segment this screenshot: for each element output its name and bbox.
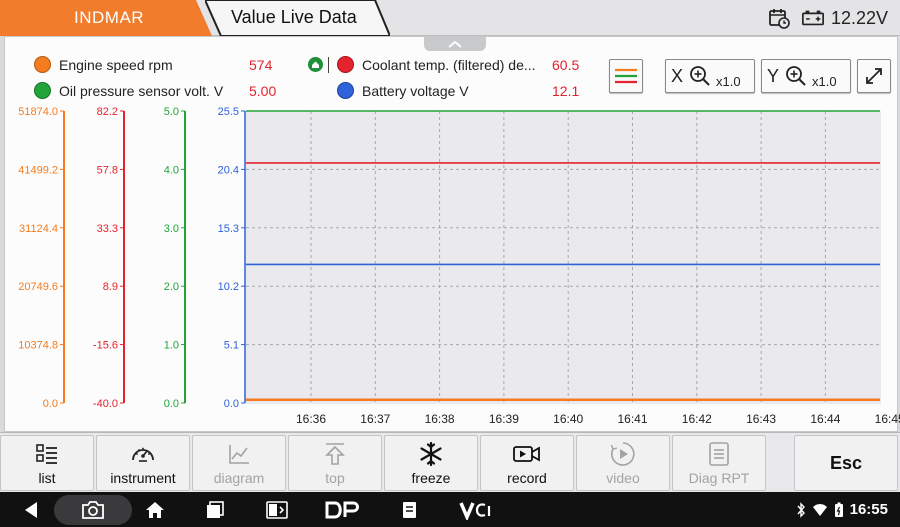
y-axes: 51874.0 41499.2 31124.4 20749.6 10374.8 0.0 82… bbox=[18, 106, 246, 410]
x-tick-label: 16:36 bbox=[296, 412, 326, 426]
plot-area bbox=[245, 111, 881, 404]
y-tick-label: 4.0 bbox=[164, 164, 179, 176]
y-tick-label: 33.3 bbox=[97, 223, 118, 235]
snowflake-icon bbox=[420, 441, 442, 467]
y-tick-label: 0.0 bbox=[224, 398, 239, 410]
top-label: top bbox=[325, 470, 345, 486]
esc-button[interactable]: Esc bbox=[794, 435, 898, 491]
y-tick-label: 57.8 bbox=[97, 164, 118, 176]
instrument-button[interactable]: instrument bbox=[96, 435, 190, 491]
live-data-chart[interactable]: 51874.0 41499.2 31124.4 20749.6 10374.8 0.0 82… bbox=[0, 0, 900, 432]
y-tick-label: 0.0 bbox=[164, 398, 179, 410]
y-tick-label: 10374.8 bbox=[18, 340, 58, 352]
x-tick-label: 16:43 bbox=[746, 412, 776, 426]
diag-rpt-label: Diag RPT bbox=[688, 470, 750, 486]
y-tick-label: 41499.2 bbox=[18, 164, 58, 176]
record-button[interactable]: record bbox=[480, 435, 574, 491]
report-icon bbox=[709, 442, 729, 466]
back-icon[interactable] bbox=[14, 492, 48, 527]
list-label: list bbox=[38, 470, 56, 486]
home-icon[interactable] bbox=[140, 492, 170, 527]
video-label: video bbox=[606, 470, 640, 486]
freeze-label: freeze bbox=[411, 470, 451, 486]
y-tick-label: 15.3 bbox=[218, 223, 239, 235]
x-tick-label: 16:41 bbox=[617, 412, 647, 426]
x-tick-label: 16:40 bbox=[553, 412, 583, 426]
y-tick-label: 31124.4 bbox=[19, 223, 58, 235]
x-tick-label: 16:37 bbox=[360, 412, 390, 426]
video-camera-icon bbox=[513, 446, 540, 462]
camera-icon bbox=[82, 500, 104, 519]
status-area: 16:55 bbox=[796, 492, 888, 527]
y-tick-label: 10.2 bbox=[218, 281, 239, 293]
y-tick-label: 82.2 bbox=[97, 106, 118, 118]
y-tick-label: 51874.0 bbox=[18, 106, 58, 118]
battery-status-icon bbox=[834, 502, 843, 517]
y-tick-label: -40.0 bbox=[93, 398, 118, 410]
gauge-icon bbox=[132, 447, 154, 462]
bluetooth-icon bbox=[797, 501, 805, 518]
multi-window-icon[interactable] bbox=[262, 492, 292, 527]
list-button[interactable]: list bbox=[0, 435, 94, 491]
y-tick-label: 20749.6 bbox=[18, 281, 58, 293]
y-tick-label: 2.0 bbox=[164, 281, 179, 293]
instrument-label: instrument bbox=[110, 470, 176, 486]
arrow-up-icon bbox=[325, 443, 345, 465]
diagram-button[interactable]: diagram bbox=[192, 435, 286, 491]
list-icon bbox=[36, 444, 57, 464]
line-chart-icon bbox=[229, 445, 249, 464]
x-tick-label: 16:38 bbox=[425, 412, 455, 426]
bottom-toolbar: list instrument diagram top freeze recor… bbox=[0, 432, 900, 492]
x-tick-label: 16:42 bbox=[682, 412, 712, 426]
freeze-button[interactable]: freeze bbox=[384, 435, 478, 491]
clock: 16:55 bbox=[849, 501, 888, 518]
y-tick-label: 0.0 bbox=[43, 398, 58, 410]
y-tick-label: -15.6 bbox=[93, 340, 118, 352]
screenshot-button[interactable] bbox=[54, 492, 132, 527]
diagram-label: diagram bbox=[213, 470, 265, 486]
notes-icon[interactable] bbox=[396, 492, 422, 527]
y-tick-label: 8.9 bbox=[103, 281, 118, 293]
vci-icon[interactable] bbox=[458, 492, 494, 527]
y-tick-label: 5.0 bbox=[164, 106, 179, 118]
y-tick-label: 3.0 bbox=[164, 223, 179, 235]
x-axis-ticks: 16:36 16:37 16:38 16:39 16:40 16:41 16:42 16:43… bbox=[296, 412, 900, 426]
recent-apps-icon[interactable] bbox=[200, 492, 230, 527]
esc-label: Esc bbox=[829, 452, 863, 473]
video-button[interactable]: video bbox=[576, 435, 670, 491]
x-tick-label: 16:45 bbox=[875, 412, 900, 426]
system-nav-bar: 16:55 bbox=[0, 492, 900, 527]
y-tick-label: 20.4 bbox=[218, 164, 239, 176]
record-label: record bbox=[507, 470, 547, 486]
top-button[interactable]: top bbox=[288, 435, 382, 491]
y-tick-label: 25.5 bbox=[218, 106, 239, 118]
x-tick-label: 16:39 bbox=[489, 412, 519, 426]
play-circle-icon bbox=[610, 442, 635, 466]
y-tick-label: 1.0 bbox=[164, 340, 179, 352]
y-tick-label: 5.1 bbox=[224, 340, 239, 352]
x-tick-label: 16:44 bbox=[810, 412, 840, 426]
dp-app-icon[interactable] bbox=[322, 492, 366, 527]
wifi-icon bbox=[812, 503, 827, 516]
diag-rpt-button[interactable]: Diag RPT bbox=[672, 435, 766, 491]
